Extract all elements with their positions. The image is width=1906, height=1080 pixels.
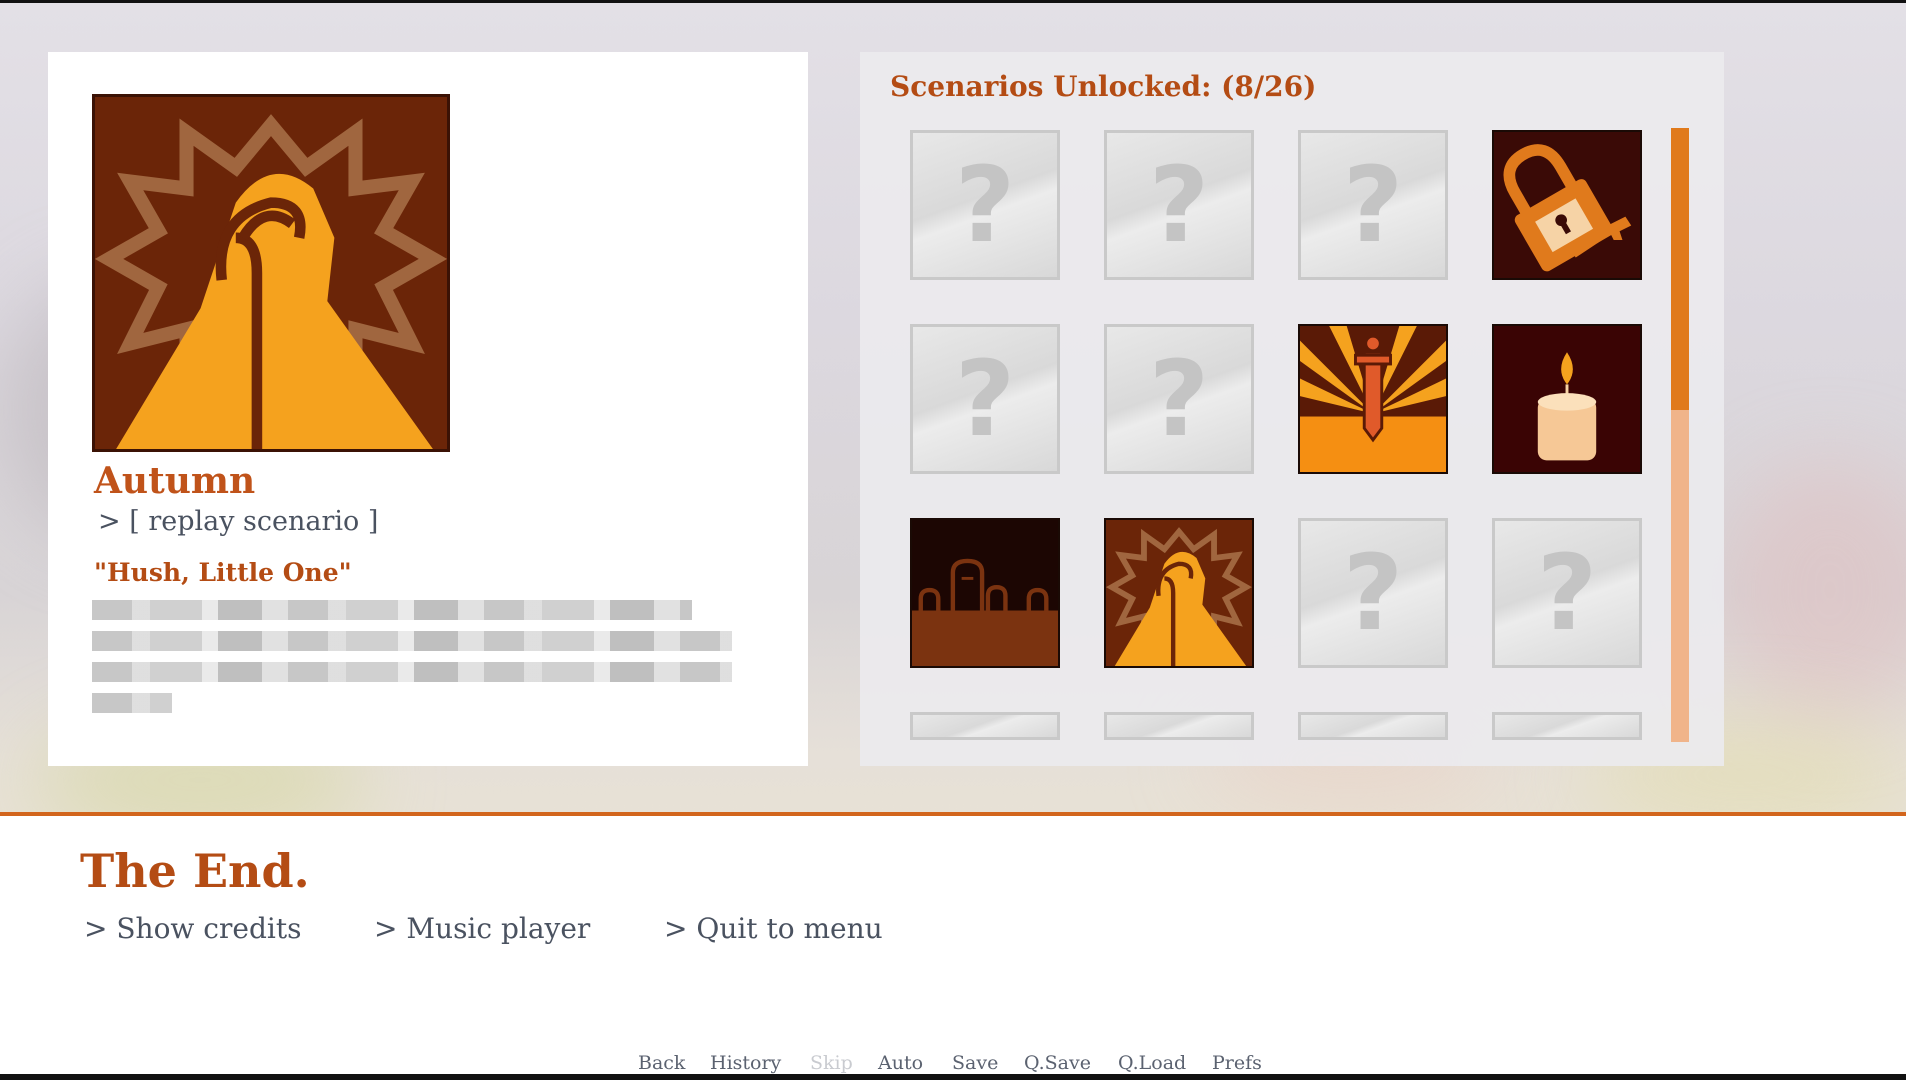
scenario-tile-graveyard[interactable] — [910, 518, 1060, 668]
locked-scenario-tile[interactable]: ? — [910, 324, 1060, 474]
scenario-gallery-panel: Scenarios Unlocked: (8/26) ? ? ? ? ? ? ? — [860, 52, 1724, 766]
background-blur — [1720, 460, 1906, 720]
scrollbar-thumb[interactable] — [1671, 128, 1689, 410]
history-button[interactable]: History — [710, 1052, 781, 1074]
scenario-quote: "Hush, Little One" — [94, 558, 352, 587]
locked-scenario-tile[interactable]: ? — [910, 130, 1060, 280]
blurred-text-line — [92, 662, 732, 682]
locked-scenario-tile[interactable] — [1492, 712, 1642, 740]
scenario-tile-praying[interactable] — [1104, 518, 1254, 668]
character-name: Autumn — [94, 460, 256, 502]
quit-to-menu-button[interactable]: > Quit to menu — [664, 912, 883, 945]
scenario-description-blurred — [92, 600, 732, 776]
ending-panel: The End. > Show credits > Music player >… — [0, 816, 1906, 1080]
question-mark-icon: ? — [1342, 532, 1404, 654]
blurred-text-line — [92, 693, 172, 713]
back-button[interactable]: Back — [638, 1052, 685, 1074]
top-border — [0, 0, 1906, 3]
question-mark-icon: ? — [954, 144, 1016, 266]
question-mark-icon: ? — [1536, 532, 1598, 654]
scenario-detail-panel: Autumn > [ replay scenario ] "Hush, Litt… — [48, 52, 808, 766]
locked-scenario-tile[interactable] — [910, 712, 1060, 740]
padlock-key-icon — [1494, 132, 1640, 278]
scenarios-unlocked-title: Scenarios Unlocked: (8/26) — [890, 70, 1317, 103]
candle-icon — [1494, 326, 1640, 472]
locked-scenario-tile[interactable]: ? — [1298, 518, 1448, 668]
question-mark-icon: ? — [1148, 338, 1210, 460]
locked-scenario-tile[interactable] — [1104, 712, 1254, 740]
scenario-grid: ? ? ? ? ? ? ? — [910, 130, 1650, 742]
bottom-border — [0, 1074, 1906, 1080]
blurred-text-line — [92, 631, 732, 651]
skip-button[interactable]: Skip — [810, 1052, 853, 1074]
auto-button[interactable]: Auto — [878, 1052, 923, 1074]
scenario-tile-padlock[interactable] — [1492, 130, 1642, 280]
graveyard-icon — [912, 520, 1058, 666]
praying-hands-icon — [92, 94, 450, 452]
locked-scenario-tile[interactable]: ? — [1104, 130, 1254, 280]
praying-hands-icon — [1106, 520, 1252, 666]
question-mark-icon: ? — [1148, 144, 1210, 266]
preferences-button[interactable]: Prefs — [1212, 1052, 1262, 1074]
locked-scenario-tile[interactable] — [1298, 712, 1448, 740]
scenario-tile-candle[interactable] — [1492, 324, 1642, 474]
show-credits-button[interactable]: > Show credits — [84, 912, 301, 945]
ending-title: The End. — [80, 844, 310, 898]
locked-scenario-tile[interactable]: ? — [1104, 324, 1254, 474]
sword-burst-icon — [1300, 326, 1446, 472]
save-button[interactable]: Save — [952, 1052, 998, 1074]
question-mark-icon: ? — [1342, 144, 1404, 266]
quick-load-button[interactable]: Q.Load — [1118, 1052, 1186, 1074]
replay-scenario-button[interactable]: > [ replay scenario ] — [98, 506, 378, 537]
scenario-tile-sword[interactable] — [1298, 324, 1448, 474]
locked-scenario-tile[interactable]: ? — [1492, 518, 1642, 668]
gallery-scrollbar[interactable] — [1671, 128, 1689, 742]
music-player-button[interactable]: > Music player — [374, 912, 590, 945]
quick-save-button[interactable]: Q.Save — [1024, 1052, 1091, 1074]
locked-scenario-tile[interactable]: ? — [1298, 130, 1448, 280]
question-mark-icon: ? — [954, 338, 1016, 460]
blurred-text-line — [92, 600, 692, 620]
